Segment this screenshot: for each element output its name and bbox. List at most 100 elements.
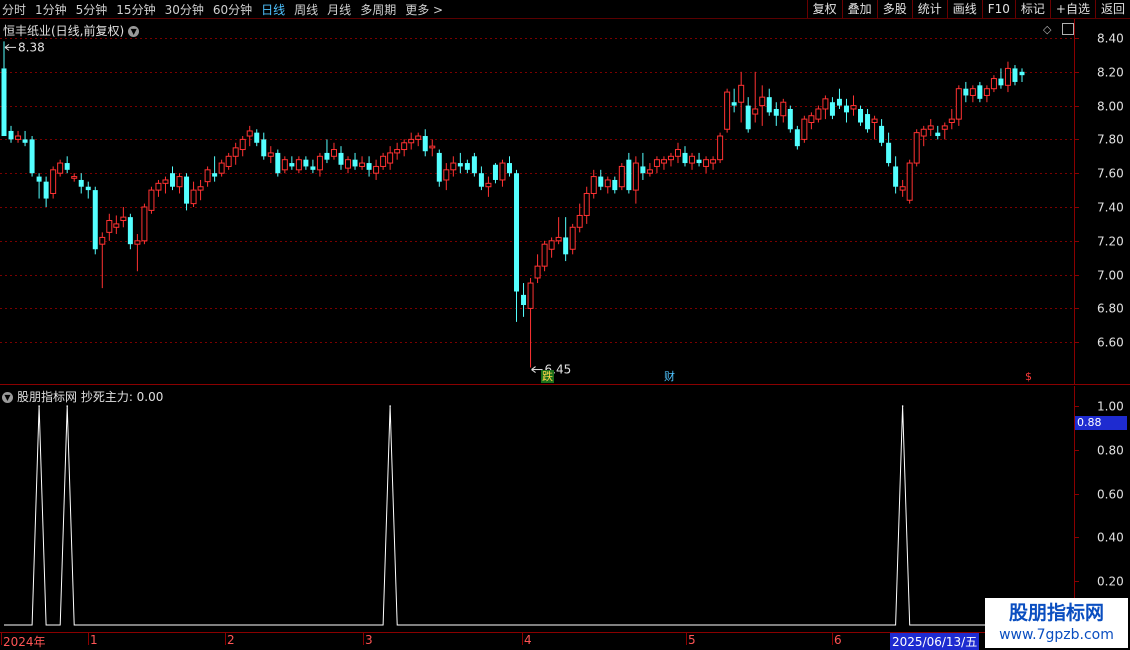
candle [267,146,274,164]
event-marker-badge[interactable]: 财 [663,370,676,383]
indicator-dropdown-icon[interactable]: ▼ [2,392,13,403]
candle [913,129,920,167]
date-axis-label: 3 [365,633,373,647]
title-dropdown-icon[interactable]: ▼ [128,26,140,37]
price-axis-tick: 7.60 [1097,167,1124,181]
candle [977,81,983,103]
candle [927,119,934,137]
period-tab[interactable]: 多周期 [360,1,396,18]
price-axis-tick: 8.40 [1097,32,1124,46]
panel-maximize-icon[interactable] [1062,23,1074,35]
candle [521,283,527,317]
candle [8,125,14,143]
date-axis-label: 4 [524,633,532,647]
candlestick-chart[interactable]: 8.40 8.20 8.00 7.80 7.60 7.40 7.20 7.00 6.80 6.60… [0,19,1130,385]
toolbar-button[interactable]: 复权 [806,0,842,18]
candle [106,213,113,241]
candle [148,186,155,214]
period-tab[interactable]: 日线 [261,1,285,18]
candle [22,130,28,147]
indicator-panel[interactable]: 1.00 0.80 0.60 0.40 0.20 ▼ 股朋指标网 抄死主力: 0.00 0… [0,386,1130,632]
toolbar-button[interactable]: 画线 [946,0,982,18]
candle [113,215,120,235]
candle [569,223,576,255]
price-axis-tick: 8.00 [1097,100,1124,114]
candle [43,176,49,207]
date-tick [88,633,89,645]
candle [906,159,913,204]
candle [324,139,330,164]
candle [78,173,84,194]
candle [858,105,864,126]
price-panel[interactable]: 8.40 8.20 8.00 7.80 7.60 7.40 7.20 7.00 6.80 6.60… [0,19,1130,385]
event-marker-badge[interactable]: $ [1024,370,1033,383]
candle [155,179,162,197]
date-tick [225,633,226,645]
candle [682,146,688,167]
period-tab[interactable]: 周线 [294,1,318,18]
candle [478,166,484,191]
candle [822,95,829,120]
candle [843,98,849,123]
candle [387,146,394,170]
period-tab[interactable]: 1分钟 [35,1,67,18]
diamond-icon[interactable]: ◇ [1043,23,1051,36]
toolbar-button[interactable]: 返回 [1094,0,1130,18]
period-toolbar: 分时 1分钟 5分钟 15分钟 30分钟 60分钟 日线 周线 月线 多周期 更多 > 复权 叠加 多股… [0,0,1130,19]
candle [169,166,175,191]
date-axis-label: 6 [834,633,842,647]
indicator-chart[interactable]: 1.00 0.80 0.60 0.40 0.20 [0,386,1130,632]
candle [836,88,842,109]
price-panel-title: 恒丰纸业(日线,前复权) ▼ [3,22,140,39]
candle [963,81,969,103]
candle [408,132,415,150]
period-tab[interactable]: 15分钟 [116,1,155,18]
candle [1012,65,1018,86]
period-tab[interactable]: 更多 > [405,1,443,18]
svg-text:8.38: 8.38 [18,40,45,54]
candle [548,237,555,258]
indicator-axis-tick: 0.60 [1097,488,1124,502]
candle [162,176,169,194]
candle [801,115,808,143]
price-axis-tick: 7.40 [1097,201,1124,215]
candle [660,156,667,170]
toolbar-button[interactable]: 叠加 [841,0,877,18]
candle [941,122,948,140]
candle [239,136,246,157]
toolbar-button[interactable]: 多股 [876,0,912,18]
candle [275,149,281,177]
period-tab[interactable]: 30分钟 [165,1,204,18]
candle [330,142,337,160]
candle [401,139,408,157]
event-marker-badge[interactable]: 跌 [541,370,554,383]
toolbar-button[interactable]: 标记 [1014,0,1050,18]
indicator-axis-tick: 0.20 [1097,575,1124,589]
candle [563,217,569,262]
tool-buttons: 复权 叠加 多股 统计 画线 F10 标记 +自选 返回 [806,0,1130,18]
candle [197,179,204,201]
candle [1004,61,1011,93]
candle [983,85,990,103]
candle [36,173,42,199]
date-tick [1,633,2,645]
candle [893,156,899,194]
toolbar-button[interactable]: 统计 [911,0,947,18]
candle [295,156,302,174]
toolbar-button[interactable]: +自选 [1049,0,1095,18]
period-tab[interactable]: 月线 [327,1,351,18]
price-axis-tick: 7.00 [1097,269,1124,283]
candle [674,142,681,164]
candle [653,156,660,174]
period-tab[interactable]: 60分钟 [213,1,252,18]
candle [499,159,506,187]
candle [50,166,57,199]
toolbar-button[interactable]: F10 [981,0,1015,18]
candle [246,125,253,147]
candle [590,169,597,199]
period-tab[interactable]: 分时 [2,1,26,18]
price-axis-tick: 7.80 [1097,133,1124,147]
period-tab[interactable]: 5分钟 [76,1,108,18]
candle [29,136,35,177]
candle [632,156,639,204]
